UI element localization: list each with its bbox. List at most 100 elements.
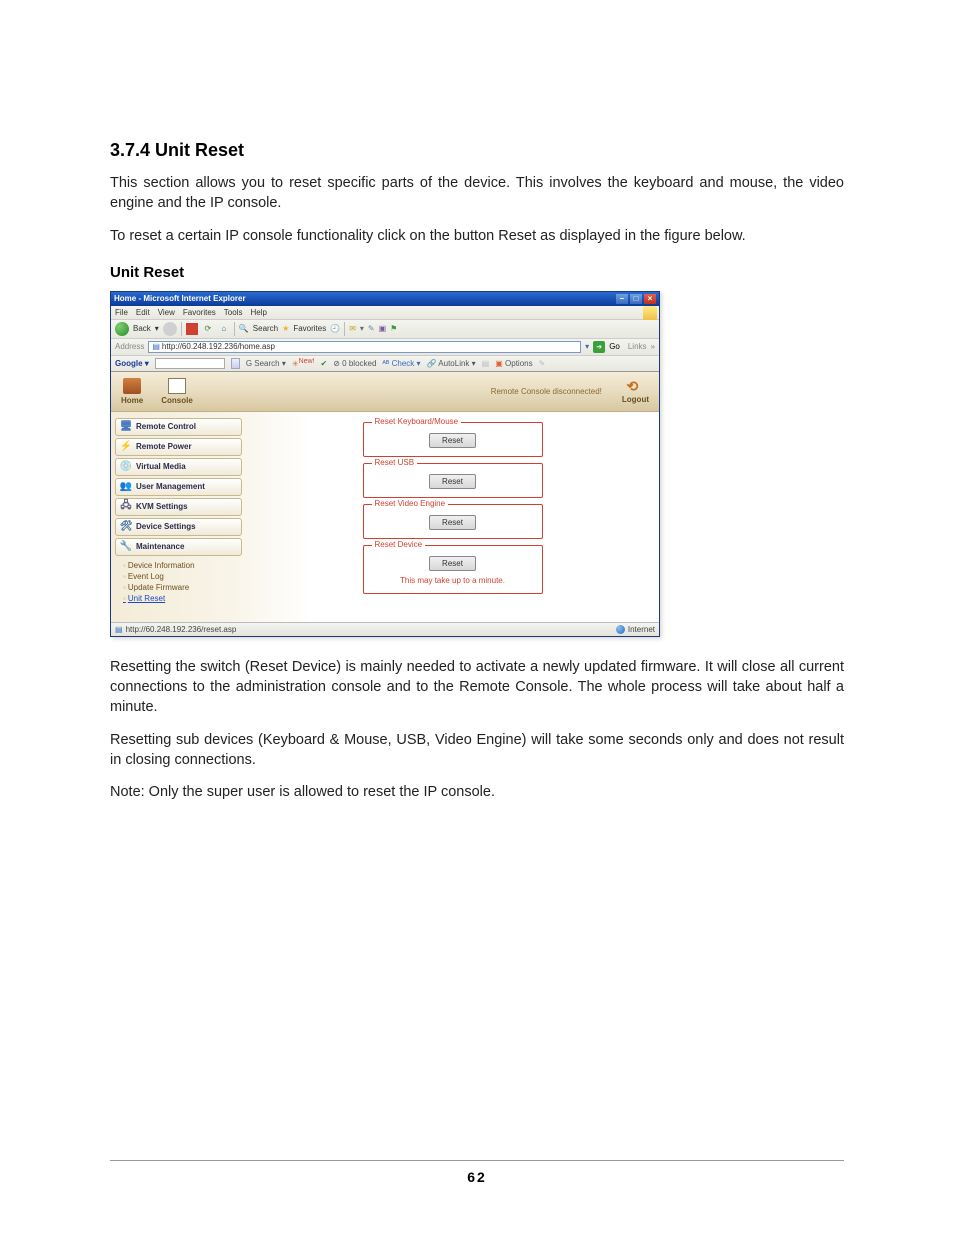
sidebar-item-kvm-settings[interactable]: 🖧KVM Settings — [115, 498, 242, 516]
sidebar-item-device-settings[interactable]: 🛠Device Settings — [115, 518, 242, 536]
google-popup-blocker[interactable]: ⊘ 0 blocked — [333, 359, 376, 368]
ie-logo-icon — [643, 306, 657, 320]
toolbar-separator — [234, 322, 235, 336]
main-panel: Reset Keyboard/Mouse Reset Reset USB Res… — [246, 412, 659, 622]
stop-icon[interactable] — [186, 323, 198, 335]
screenshot-figure: Home - Microsoft Internet Explorer – □ ×… — [110, 291, 660, 637]
sidebar-item-user-management[interactable]: 👥User Management — [115, 478, 242, 496]
address-dropdown-icon[interactable]: ▾ — [585, 342, 589, 351]
subsection-heading: Unit Reset — [110, 264, 844, 281]
window-title: Home - Microsoft Internet Explorer — [114, 294, 616, 303]
window-maximize-button[interactable]: □ — [630, 294, 642, 304]
sidebar-item-virtual-media[interactable]: 💿Virtual Media — [115, 458, 242, 476]
paragraph-note: Note: Only the super user is allowed to … — [110, 782, 844, 802]
section-heading: 3.7.4 Unit Reset — [110, 140, 844, 161]
remote-control-icon: 🖥 — [120, 421, 132, 433]
messenger-icon[interactable]: ⚑ — [390, 324, 397, 333]
google-autofill-icon[interactable]: ▤ — [482, 359, 490, 368]
window-minimize-button[interactable]: – — [616, 294, 628, 304]
bullet-icon: ◦ — [123, 583, 126, 592]
toolbar: Back ▾ ⟳ ⌂ 🔍 Search ★ Favorites 🕘 ✉ ▾ ✎ … — [111, 320, 659, 339]
sidebar-sub-event-log[interactable]: ◦Event Log — [123, 571, 242, 582]
logout-label: Logout — [622, 395, 649, 404]
reset-device-button[interactable]: Reset — [429, 556, 476, 571]
maintenance-icon: 🔧 — [120, 541, 132, 553]
nav-console[interactable]: Console — [161, 378, 193, 405]
nav-home-label: Home — [121, 396, 143, 405]
history-icon[interactable]: 🕘 — [330, 324, 340, 333]
remote-console-status: Remote Console disconnected! — [491, 387, 602, 396]
links-label[interactable]: Links — [628, 342, 647, 351]
sidebar-sub-items: ◦Device Information ◦Event Log ◦Update F… — [115, 558, 242, 608]
refresh-icon[interactable]: ⟳ — [202, 323, 214, 335]
fieldset-reset-device: Reset Device Reset This may take up to a… — [363, 545, 543, 594]
nav-console-icon — [168, 378, 186, 394]
go-button-label[interactable]: Go — [609, 342, 620, 351]
app-body: 🖥Remote Control ⚡Remote Power 💿Virtual M… — [111, 412, 659, 622]
menu-file[interactable]: File — [115, 308, 128, 317]
discuss-icon[interactable]: ▣ — [379, 324, 387, 333]
mail-icon[interactable]: ✉ — [349, 324, 356, 333]
reset-video-engine-button[interactable]: Reset — [429, 515, 476, 530]
sidebar-item-remote-power[interactable]: ⚡Remote Power — [115, 438, 242, 456]
address-value: http://60.248.192.236/home.asp — [162, 342, 275, 351]
google-search-dropdown-icon[interactable] — [231, 358, 240, 369]
reset-keyboard-mouse-button[interactable]: Reset — [429, 433, 476, 448]
menu-tools[interactable]: Tools — [224, 308, 243, 317]
google-search-button[interactable]: G Search ▾ — [246, 359, 286, 368]
remote-power-icon: ⚡ — [120, 441, 132, 453]
reset-usb-button[interactable]: Reset — [429, 474, 476, 489]
fieldset-reset-video-engine: Reset Video Engine Reset — [363, 504, 543, 539]
home-icon[interactable]: ⌂ — [218, 323, 230, 335]
page-footer: 62 — [110, 1160, 844, 1185]
logout-icon: ⟲ — [626, 379, 644, 395]
legend-reset-usb: Reset USB — [372, 458, 418, 467]
toolbar-favorites-label[interactable]: Favorites — [293, 324, 326, 333]
nav-home-icon — [123, 378, 141, 394]
status-bar: ▤ http://60.248.192.236/reset.asp Intern… — [111, 622, 659, 636]
menu-view[interactable]: View — [158, 308, 175, 317]
device-settings-icon: 🛠 — [120, 521, 132, 533]
statusbar-zone-label: Internet — [628, 625, 655, 634]
google-spellcheck-icon[interactable]: ✔ — [321, 359, 328, 368]
menu-help[interactable]: Help — [250, 308, 266, 317]
print-icon[interactable]: ▾ — [360, 324, 364, 333]
menu-favorites[interactable]: Favorites — [183, 308, 216, 317]
menu-edit[interactable]: Edit — [136, 308, 150, 317]
google-autolink-button[interactable]: 🔗 AutoLink ▾ — [427, 359, 476, 368]
sidebar-item-remote-control[interactable]: 🖥Remote Control — [115, 418, 242, 436]
back-dropdown-icon[interactable]: ▾ — [155, 324, 159, 333]
statusbar-zone: Internet — [616, 625, 655, 634]
google-extra-icon[interactable]: ✎ — [539, 359, 546, 368]
back-button-label[interactable]: Back — [133, 324, 151, 333]
address-input[interactable]: ▤ http://60.248.192.236/home.asp — [148, 341, 581, 353]
google-search-input[interactable] — [155, 358, 225, 369]
sidebar-item-maintenance[interactable]: 🔧Maintenance — [115, 538, 242, 556]
google-options-button[interactable]: ▣ Options — [495, 359, 532, 368]
links-chevron-icon[interactable]: » — [651, 342, 655, 351]
user-management-icon: 👥 — [120, 481, 132, 493]
toolbar-search-label[interactable]: Search — [253, 324, 278, 333]
sidebar-sub-unit-reset[interactable]: ◦Unit Reset — [123, 593, 242, 604]
search-icon[interactable]: 🔍 — [239, 324, 249, 333]
back-button-icon[interactable] — [115, 322, 129, 336]
paragraph-intro-2: To reset a certain IP console functional… — [110, 226, 844, 246]
forward-button-icon[interactable] — [163, 322, 177, 336]
sidebar-sub-update-firmware[interactable]: ◦Update Firmware — [123, 582, 242, 593]
logout-button[interactable]: ⟲ Logout — [622, 379, 649, 404]
window-close-button[interactable]: × — [644, 294, 656, 304]
address-bar: Address ▤ http://60.248.192.236/home.asp… — [111, 339, 659, 356]
google-check-button[interactable]: ᴬᴮ Check ▾ — [382, 359, 420, 368]
reset-device-note: This may take up to a minute. — [372, 576, 534, 585]
google-new-indicator[interactable]: ✳New! — [292, 358, 315, 369]
edit-icon[interactable]: ✎ — [368, 324, 375, 333]
sidebar-sub-device-information[interactable]: ◦Device Information — [123, 560, 242, 571]
toolbar-separator — [344, 322, 345, 336]
legend-reset-device: Reset Device — [372, 540, 426, 549]
favorites-icon[interactable]: ★ — [282, 324, 289, 333]
go-button-icon[interactable]: ➔ — [593, 341, 605, 353]
address-label: Address — [115, 342, 144, 351]
nav-home[interactable]: Home — [121, 378, 143, 405]
virtual-media-icon: 💿 — [120, 461, 132, 473]
google-toolbar-label[interactable]: Google ▾ — [115, 359, 149, 368]
